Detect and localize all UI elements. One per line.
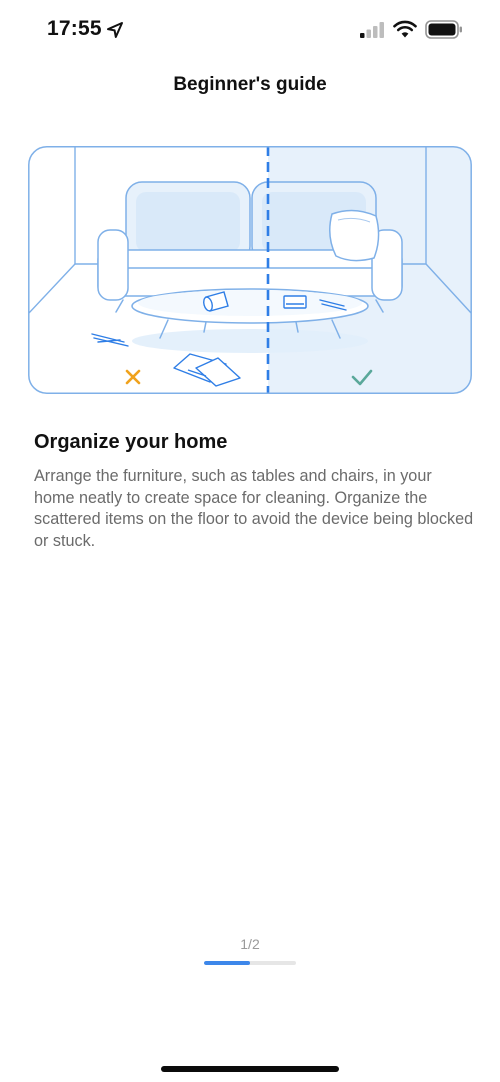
sofa-illustration: [28, 146, 472, 394]
pillow-shape: [329, 209, 380, 262]
page-indicator: 1/2: [240, 936, 260, 952]
section-heading: Organize your home: [34, 431, 228, 453]
status-time: 17:55: [47, 17, 102, 40]
cellular-signal-icon: [360, 22, 384, 38]
location-arrow-icon: [107, 22, 123, 38]
book-shape: [283, 295, 307, 309]
home-indicator[interactable]: [161, 1066, 339, 1072]
wifi-icon: [393, 20, 417, 38]
page-title: Beginner's guide: [173, 74, 327, 95]
status-bar: 17:55: [0, 0, 500, 60]
progress-bar: [204, 961, 296, 965]
battery-icon: [425, 20, 462, 39]
section-body: Arrange the furniture, such as tables an…: [34, 467, 474, 550]
progress-fill: [204, 961, 250, 965]
